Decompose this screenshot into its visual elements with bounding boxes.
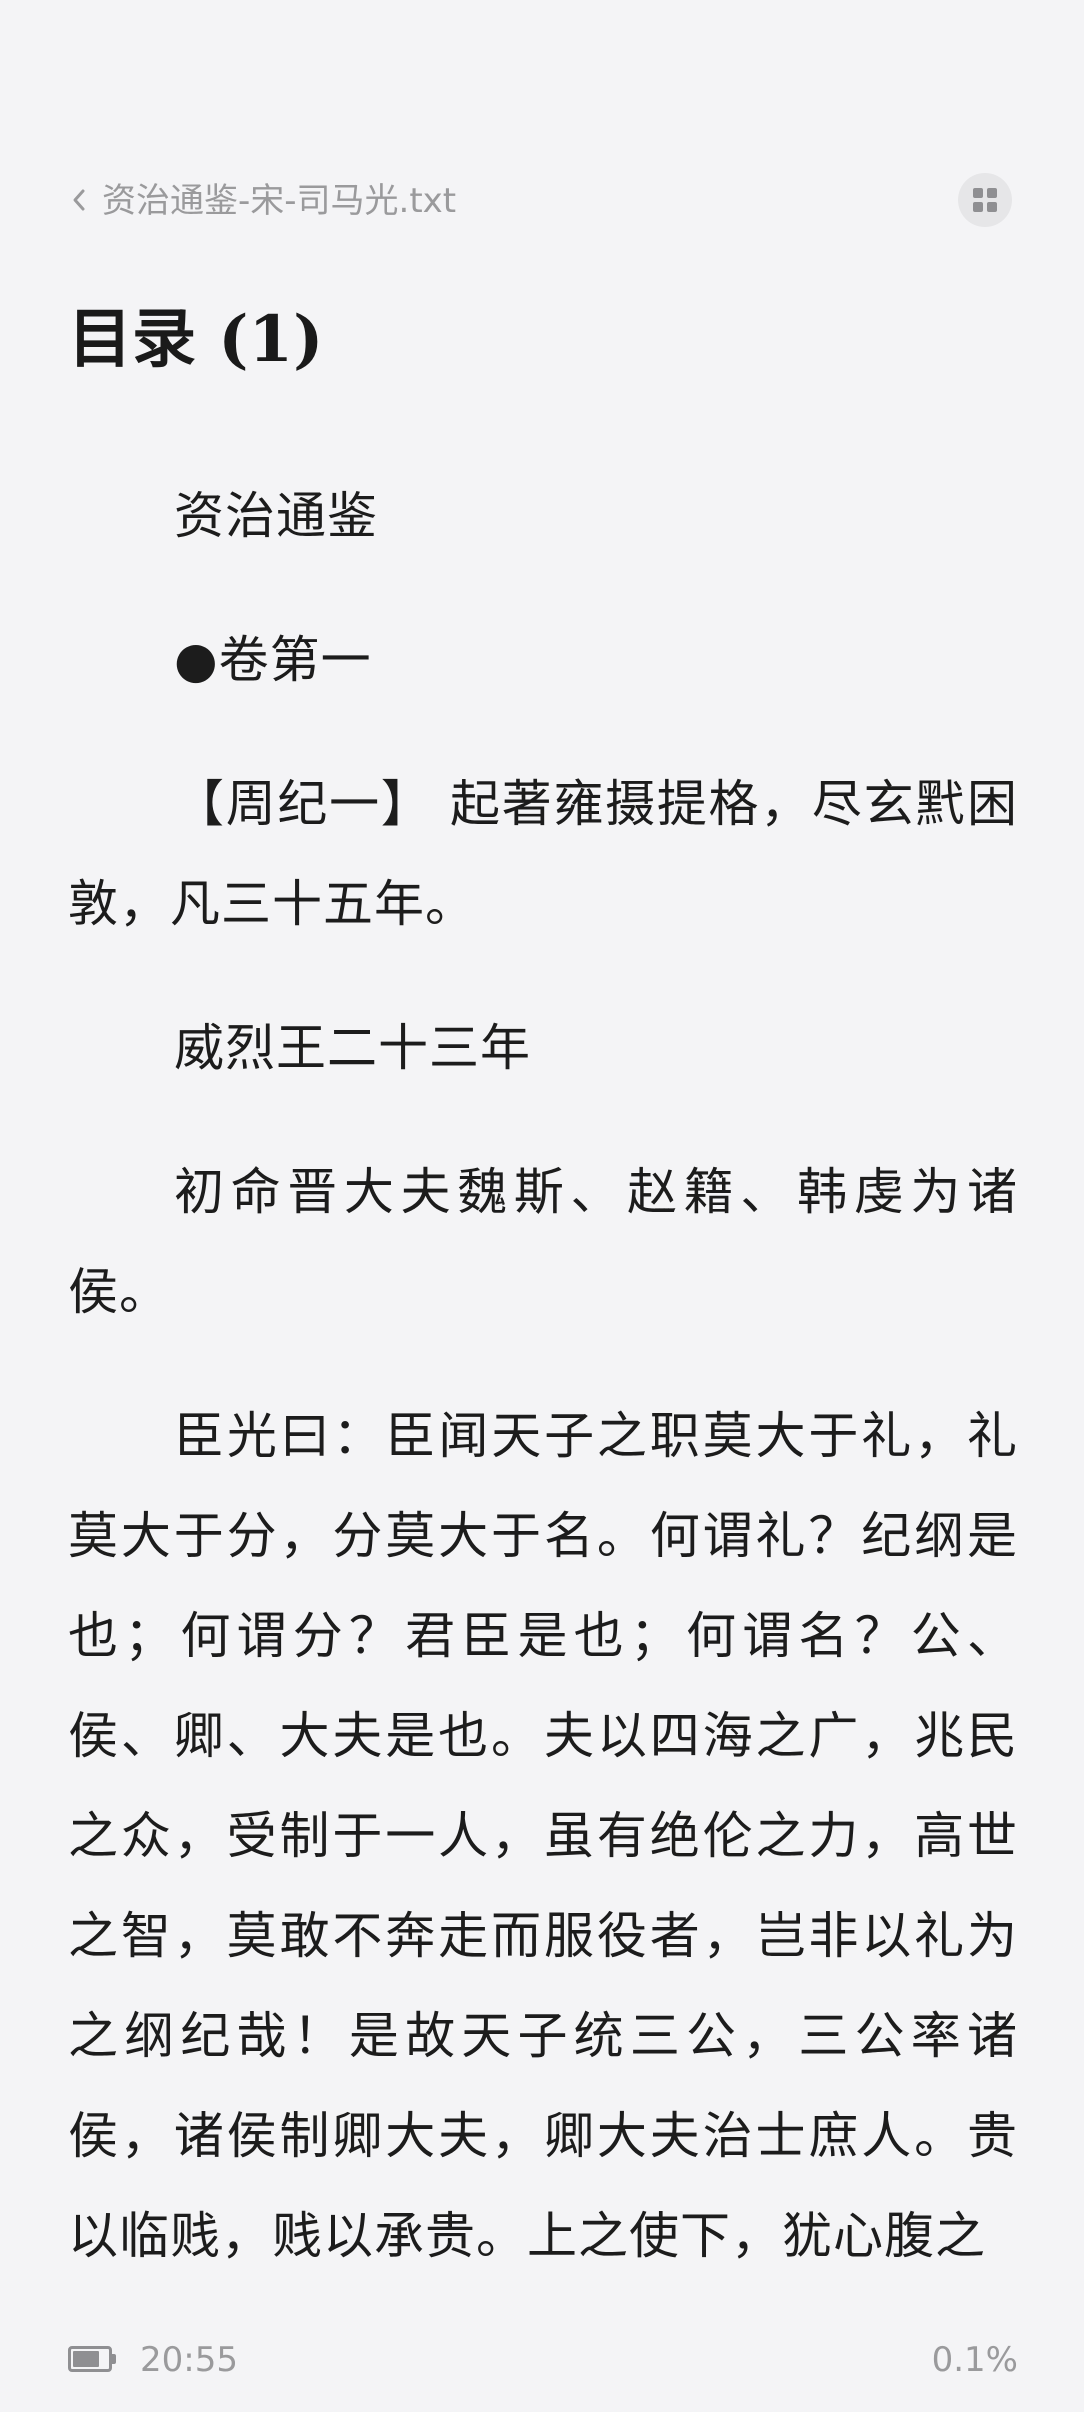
reading-progress: 0.1%	[931, 2340, 1018, 2380]
battery-icon	[68, 2346, 116, 2372]
paragraph: 威烈王二十三年	[174, 1019, 531, 1077]
grid-icon	[973, 188, 997, 212]
reading-content[interactable]: 资治通鉴 ●卷第一 【周纪一】 起著雍摄提格，尽玄黓困敦，凡三十五年。 威烈王二…	[68, 466, 1018, 2330]
battery-level	[73, 2351, 99, 2367]
book-title[interactable]: 资治通鉴-宋-司马光.txt	[102, 180, 456, 222]
paragraph: 初命晋大夫魏斯、赵籍、韩虔为诸侯。	[68, 1163, 1018, 1321]
clock: 20:55	[140, 2340, 238, 2380]
paragraph: 臣光曰：臣闻天子之职莫大于礼，礼莫大于分，分莫大于名。何谓礼？纪纲是也；何谓分？…	[68, 1407, 1018, 2265]
menu-button[interactable]	[958, 173, 1012, 227]
paragraph: 资治通鉴	[174, 487, 378, 545]
chapter-title: 目录 (1)	[68, 302, 324, 377]
paragraph: 【周纪一】 起著雍摄提格，尽玄黓困敦，凡三十五年。	[68, 775, 1018, 933]
chevron-left-icon[interactable]	[68, 182, 90, 218]
paragraph: ●卷第一	[174, 631, 372, 689]
reader-footer: 20:55 0.1%	[0, 2338, 1084, 2382]
reader-header: 资治通鉴-宋-司马光.txt	[0, 170, 1084, 232]
